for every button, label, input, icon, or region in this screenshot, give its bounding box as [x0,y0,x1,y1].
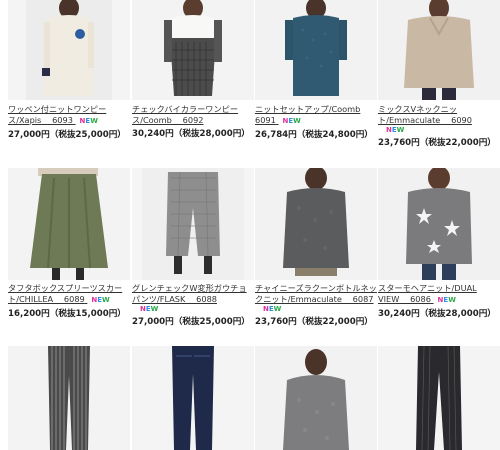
product-image[interactable] [378,168,500,280]
product-grid: ワッペン付ニットワンピー ス/Xapis 6093 NEW 27,000円（税抜… [0,0,500,450]
new-badge: NEW [263,305,282,313]
product-price: 16,200円（税抜15,000円） [8,309,126,319]
product-image[interactable] [378,346,500,450]
product-title[interactable]: ミックスVネックニッ ト/Emmaculate 6090 [378,104,500,126]
product-price: 30,240円（税抜28,000円） [378,309,496,319]
product-price: 26,784円（税抜24,800円） [255,130,373,140]
product-card: ミックスVネックニッ ト/Emmaculate 6090 NEW 23,760円… [378,0,500,149]
product-title[interactable]: チェックバイカラーワンピー ス/Coomb 6092 [132,104,254,126]
new-badge: NEW [91,296,110,304]
product-image[interactable] [378,0,500,100]
product-price: 27,000円（税抜25,000円） [132,317,250,327]
new-badge: NEW [140,305,159,313]
product-card: グレンチェックW変形ガウチョ パンツ/FLASK 6088 NEW 27,000… [132,168,254,328]
product-card: チェックバイカラーワンピー ス/Coomb 6092 30,240円（税抜28,… [132,0,254,140]
product-card [378,346,500,450]
product-card [255,346,377,450]
product-image[interactable] [8,168,130,280]
product-card [132,346,254,450]
product-card: ニットセットアップ/Coomb 6091 NEW 26,784円（税抜24,80… [255,0,377,141]
new-badge: NEW [386,126,405,134]
product-price: 23,760円（税抜22,000円） [378,138,496,148]
product-card: チャイニーズラクーンボトルネッ クニット/Emmaculate 6087 NEW… [255,168,377,328]
product-card: スターモヘアニット/DUAL VIEW 6086 NEW 30,240円（税抜2… [378,168,500,320]
product-price: 30,240円（税抜28,000円） [132,129,250,139]
product-card: ワッペン付ニットワンピー ス/Xapis 6093 NEW 27,000円（税抜… [8,0,130,141]
product-image[interactable] [8,346,130,450]
new-badge: NEW [282,117,301,125]
product-title[interactable]: タフタボックスプリーツスカー ト/CHILLEA 6089 NEW [8,283,130,306]
product-image[interactable] [132,168,254,280]
product-image[interactable] [132,346,254,450]
product-card [8,346,130,450]
product-price: 23,760円（税抜22,000円） [255,317,373,327]
new-badge: NEW [437,296,456,304]
product-title[interactable]: チャイニーズラクーンボトルネッ クニット/Emmaculate 6087 [255,283,377,305]
product-card: タフタボックスプリーツスカー ト/CHILLEA 6089 NEW 16,200… [8,168,130,320]
product-image[interactable] [132,0,254,100]
product-image[interactable] [255,168,377,280]
product-title[interactable]: グレンチェックW変形ガウチョ パンツ/FLASK 6088 [132,283,254,305]
product-title[interactable]: スターモヘアニット/DUAL VIEW 6086 NEW [378,283,500,306]
product-title[interactable]: ワッペン付ニットワンピー ス/Xapis 6093 NEW [8,104,130,127]
product-image[interactable] [255,0,377,100]
product-image[interactable] [255,346,377,450]
product-price: 27,000円（税抜25,000円） [8,130,126,140]
product-image[interactable] [8,0,130,100]
new-badge: NEW [79,117,98,125]
product-title[interactable]: ニットセットアップ/Coomb 6091 NEW [255,104,377,127]
